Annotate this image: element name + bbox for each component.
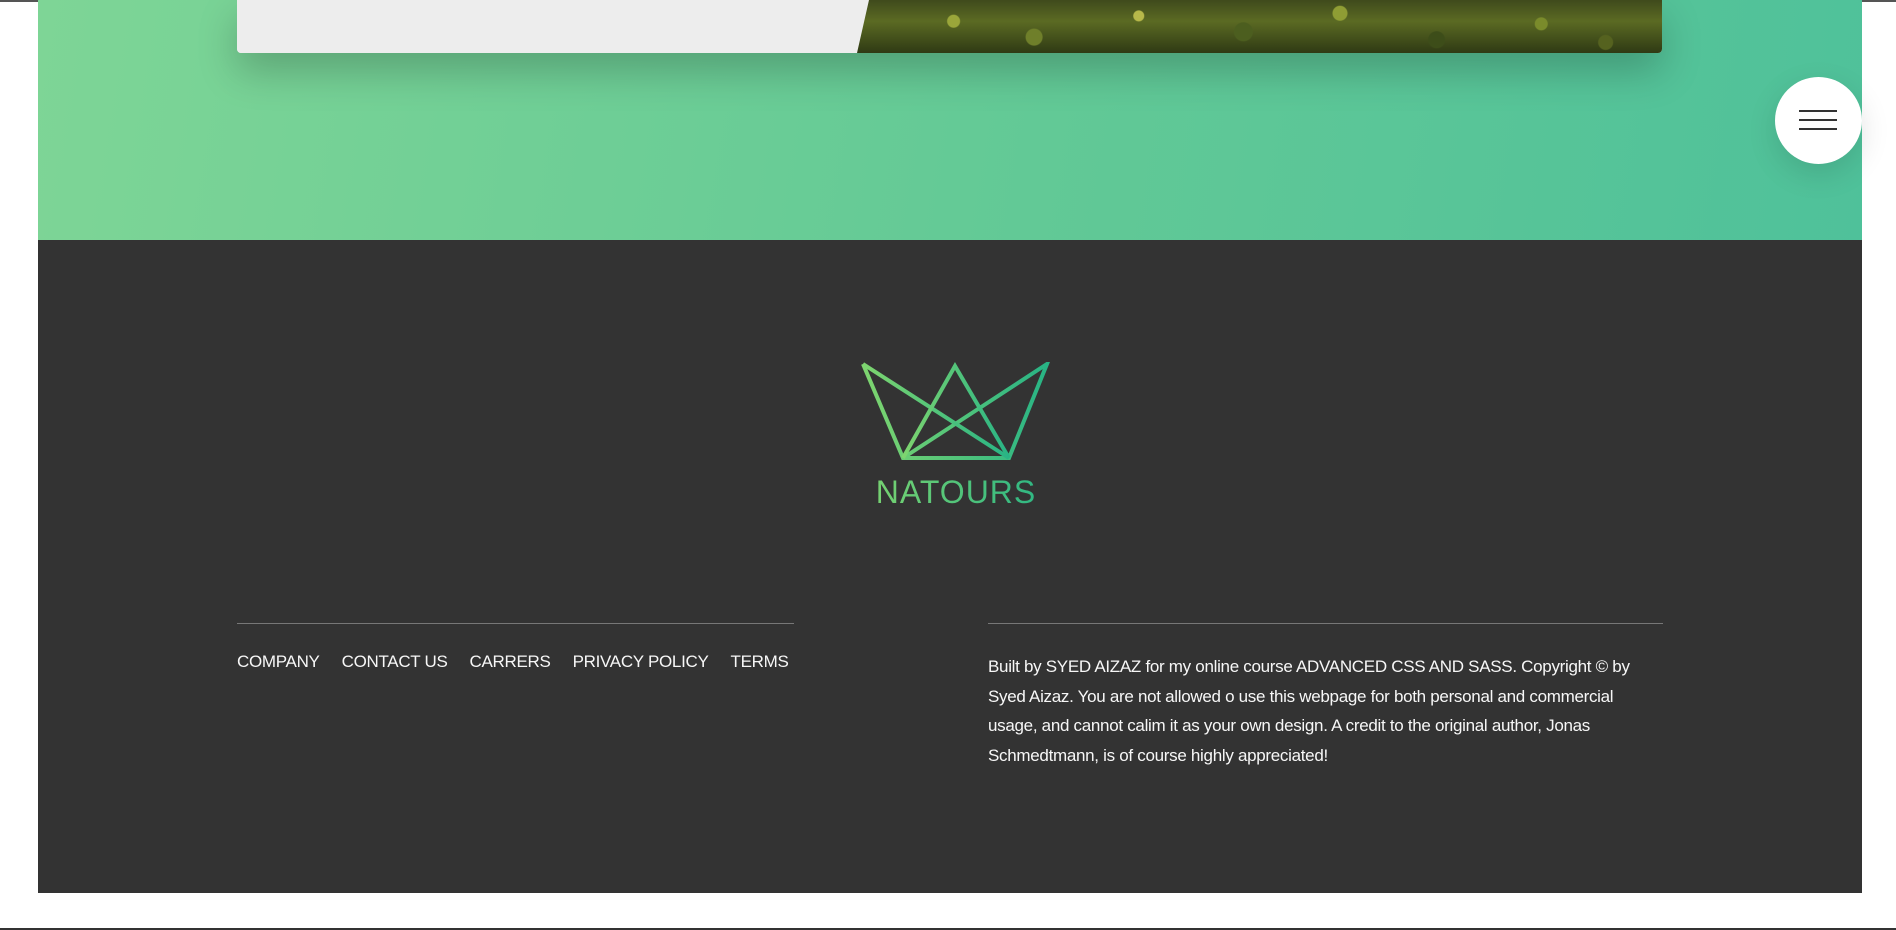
copyright-text: Built by SYED AIZAZ for my online course…: [988, 623, 1663, 770]
page: NATOURS COMPANY CONTACT US CARRERS PRIVA…: [38, 0, 1862, 893]
footer-link-careers[interactable]: CARRERS: [470, 652, 551, 672]
footer-navigation: COMPANY CONTACT US CARRERS PRIVACY POLIC…: [237, 623, 794, 672]
forest-image: [857, 0, 1662, 53]
footer-link-company[interactable]: COMPANY: [237, 652, 320, 672]
hamburger-bar-middle: [1799, 119, 1837, 121]
footer-logo: NATOURS: [856, 362, 1056, 512]
booking-form-area: [237, 0, 937, 53]
menu-toggle-button[interactable]: [1775, 77, 1862, 164]
crown-logo-icon: [861, 362, 1050, 460]
hamburger-bar-top: [1799, 110, 1837, 112]
footer-link-privacy-policy[interactable]: PRIVACY POLICY: [573, 652, 709, 672]
hamburger-bar-bottom: [1799, 128, 1837, 130]
logo-wordmark: NATOURS: [856, 474, 1056, 511]
booking-card: [237, 0, 1662, 53]
footer-link-terms[interactable]: TERMS: [731, 652, 789, 672]
booking-section: [38, 0, 1862, 240]
footer: NATOURS COMPANY CONTACT US CARRERS PRIVA…: [38, 240, 1862, 893]
footer-link-contact-us[interactable]: CONTACT US: [342, 652, 448, 672]
